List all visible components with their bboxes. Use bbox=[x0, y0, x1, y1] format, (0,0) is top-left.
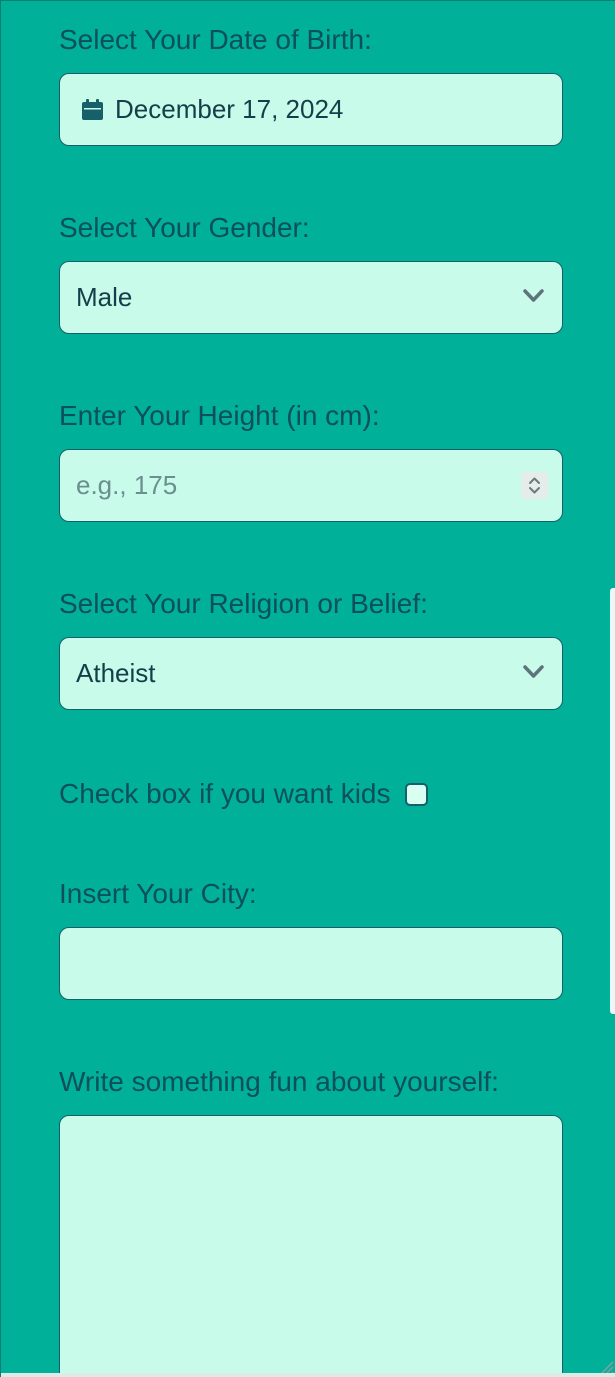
height-label: Enter Your Height (in cm): bbox=[59, 400, 380, 431]
date-of-birth-value: December 17, 2024 bbox=[115, 94, 344, 124]
height-placeholder: e.g., 175 bbox=[76, 470, 178, 500]
window-bottom-edge bbox=[1, 1373, 615, 1377]
city-input[interactable] bbox=[59, 927, 563, 1000]
religion-selected-value: Atheist bbox=[76, 658, 156, 688]
chevron-down-icon bbox=[523, 665, 544, 678]
gender-label: Select Your Gender: bbox=[59, 212, 310, 243]
fun-fact-label: Write something fun about yourself: bbox=[59, 1066, 499, 1097]
height-input[interactable]: e.g., 175 bbox=[59, 449, 563, 522]
religion-select[interactable]: Atheist bbox=[59, 637, 563, 710]
gender-select[interactable]: Male bbox=[59, 261, 563, 334]
profile-form-page: Select Your Date of Birth: December 17, … bbox=[0, 0, 615, 1377]
want-kids-row: Check box if you want kids bbox=[59, 776, 428, 812]
date-of-birth-label: Select Your Date of Birth: bbox=[59, 24, 372, 55]
calendar-icon bbox=[82, 99, 103, 120]
religion-label: Select Your Religion or Belief: bbox=[59, 588, 428, 619]
spinner-arrows-icon bbox=[529, 477, 540, 494]
want-kids-checkbox[interactable] bbox=[404, 782, 428, 806]
chevron-down-icon bbox=[523, 289, 544, 302]
up-down-spinner-icon[interactable] bbox=[521, 472, 548, 499]
fun-fact-textarea[interactable] bbox=[59, 1115, 563, 1377]
vertical-scrollbar[interactable] bbox=[610, 588, 615, 1014]
date-of-birth-picker[interactable]: December 17, 2024 bbox=[59, 73, 563, 146]
city-label: Insert Your City: bbox=[59, 878, 257, 909]
want-kids-label: Check box if you want kids bbox=[59, 778, 391, 809]
gender-selected-value: Male bbox=[76, 282, 133, 312]
